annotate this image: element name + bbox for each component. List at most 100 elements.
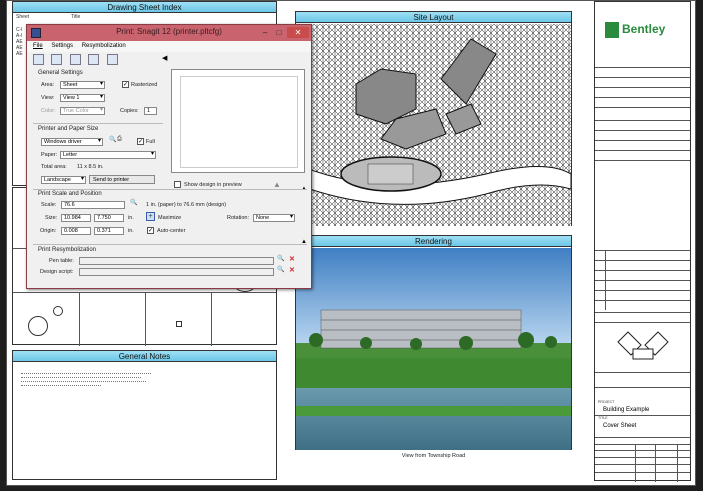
maximize-button[interactable]: □ [273, 27, 285, 38]
fit-icon[interactable] [69, 54, 81, 65]
paper-select[interactable]: Letter [60, 151, 156, 159]
scale-position-label: Print Scale and Position [38, 191, 102, 197]
scale-label: Scale: [41, 202, 57, 208]
show-design-label: Show design in preview [184, 182, 242, 188]
key-plan [617, 331, 669, 360]
pen-table-clear-icon[interactable]: ✕ [289, 255, 295, 263]
gradient-icon: ▲ [273, 180, 281, 189]
title-block: Bentley PROJECT Building Example TITLE C… [594, 1, 691, 482]
notes-text-line [21, 373, 151, 374]
auto-center-label: Auto-center [157, 228, 186, 234]
site-layout-title: Site Layout [296, 12, 571, 23]
menu-settings[interactable]: Settings [51, 43, 73, 49]
menu-file[interactable]: File [33, 43, 43, 49]
origin-unit: in. [128, 228, 134, 234]
detail-circle [53, 306, 63, 316]
color-label: Color: [41, 108, 56, 114]
design-script-search-icon[interactable]: 🔍 [277, 266, 284, 273]
preview-icon[interactable] [51, 54, 63, 65]
dialog-menubar: File Settings Resymbolization [27, 41, 311, 52]
project-name: Building Example [603, 407, 650, 413]
rendering-image [296, 248, 571, 450]
sheet-title: Cover Sheet [603, 423, 637, 429]
full-checkbox[interactable]: ✓ [137, 138, 144, 145]
page-setup-icon[interactable] [106, 54, 118, 65]
origin-y-input[interactable]: 0.371 [94, 227, 124, 235]
design-script-clear-icon[interactable]: ✕ [289, 266, 295, 274]
auto-center-checkbox[interactable]: ✓ [147, 227, 154, 234]
print-dialog: Print: Snagit 12 (printer.pltcfg) – □ ✕ … [26, 24, 312, 289]
index-col-title: Title [71, 14, 81, 20]
rasterized-label: Rasterized [131, 82, 158, 88]
close-button[interactable]: ✕ [287, 27, 309, 38]
origin-x-input[interactable]: 0.008 [61, 227, 91, 235]
scale-text: 1 in. (paper) to 76.6 mm (design) [146, 202, 227, 208]
site-layout-panel: Site Layout [295, 11, 572, 226]
index-row: AE [16, 51, 23, 57]
pen-table-label: Pen table: [49, 258, 74, 264]
bentley-wordmark: Bentley [622, 22, 666, 36]
maximize-icon[interactable]: + [146, 212, 155, 221]
full-label: Full [146, 139, 155, 145]
menu-resymbolization[interactable]: Resymbolization [82, 43, 126, 49]
total-area-label: Total area: [41, 164, 67, 170]
design-script-input[interactable] [79, 268, 274, 276]
area-select[interactable]: Sheet [60, 81, 105, 89]
notes-text-line [21, 381, 146, 382]
size-label: Size: [45, 215, 58, 221]
dialog-titlebar[interactable]: Print: Snagit 12 (printer.pltcfg) – □ ✕ [27, 25, 311, 41]
search-icon[interactable]: 🔍 [109, 136, 116, 143]
rendering-panel: Rendering View from Township Road [295, 235, 572, 459]
size-height-input[interactable]: 7.750 [94, 214, 124, 222]
sheet-index-title: Drawing Sheet Index [13, 2, 276, 13]
bentley-logo: Bentley [605, 20, 681, 42]
rotation-label: Rotation: [227, 215, 250, 221]
bentley-logo-mark [605, 22, 619, 38]
color-select[interactable]: True Color [60, 107, 105, 115]
size-width-input[interactable]: 10.984 [61, 214, 91, 222]
scale-input[interactable]: 76.6 [61, 201, 125, 209]
show-design-checkbox[interactable] [174, 181, 181, 188]
list-icon[interactable] [88, 54, 100, 65]
view-select[interactable]: View 1 [60, 94, 105, 102]
printer-paper-label: Printer and Paper Size [38, 126, 99, 132]
maximize-label: Maximize [158, 215, 182, 221]
general-settings-label: General Settings [38, 70, 83, 76]
site-layout-drawing [296, 24, 571, 226]
detail-circle [28, 316, 48, 336]
pen-table-input[interactable] [79, 257, 274, 265]
pen-table-search-icon[interactable]: 🔍 [277, 255, 284, 262]
minimize-button[interactable]: – [259, 27, 271, 38]
area-label: Area: [41, 82, 55, 88]
rasterized-checkbox[interactable]: ✓ [122, 81, 129, 88]
total-area-value: 11 x 8.5 in. [77, 164, 104, 170]
project-label: PROJECT [598, 400, 615, 404]
resymbolization-label: Print Resymbolization [38, 247, 97, 253]
design-script-label: Design script: [40, 269, 74, 275]
print-icon[interactable] [33, 54, 44, 65]
view-label: View: [41, 95, 55, 101]
rotation-select[interactable]: None [253, 214, 295, 222]
collapse-left-icon[interactable]: ◀ [162, 54, 167, 62]
origin-label: Origin: [40, 228, 57, 234]
send-to-printer-button[interactable]: Send to printer [89, 175, 155, 184]
dialog-toolbar: ◀ [27, 52, 311, 66]
scale-search-icon[interactable]: 🔍 [130, 199, 137, 206]
sheet-title-label: TITLE [598, 416, 608, 420]
rendering-title: Rendering [296, 236, 571, 247]
preview-page [180, 76, 298, 168]
size-unit: in. [128, 215, 134, 221]
copies-label: Copies: [120, 108, 139, 114]
paper-label: Paper: [41, 152, 58, 158]
general-notes-title: General Notes [13, 351, 276, 362]
general-notes-panel: General Notes [12, 350, 277, 480]
notes-text-line [21, 385, 101, 386]
copies-input[interactable]: 1 [144, 107, 157, 115]
print-preview [171, 69, 305, 173]
printer-icon[interactable]: ⎙ [117, 136, 122, 143]
orientation-select[interactable]: Landscape [41, 176, 86, 184]
index-col-sheet: Sheet [16, 14, 30, 20]
notes-text-line [21, 377, 141, 378]
detail-mark [176, 321, 182, 327]
driver-select[interactable]: Windows driver [41, 138, 103, 146]
